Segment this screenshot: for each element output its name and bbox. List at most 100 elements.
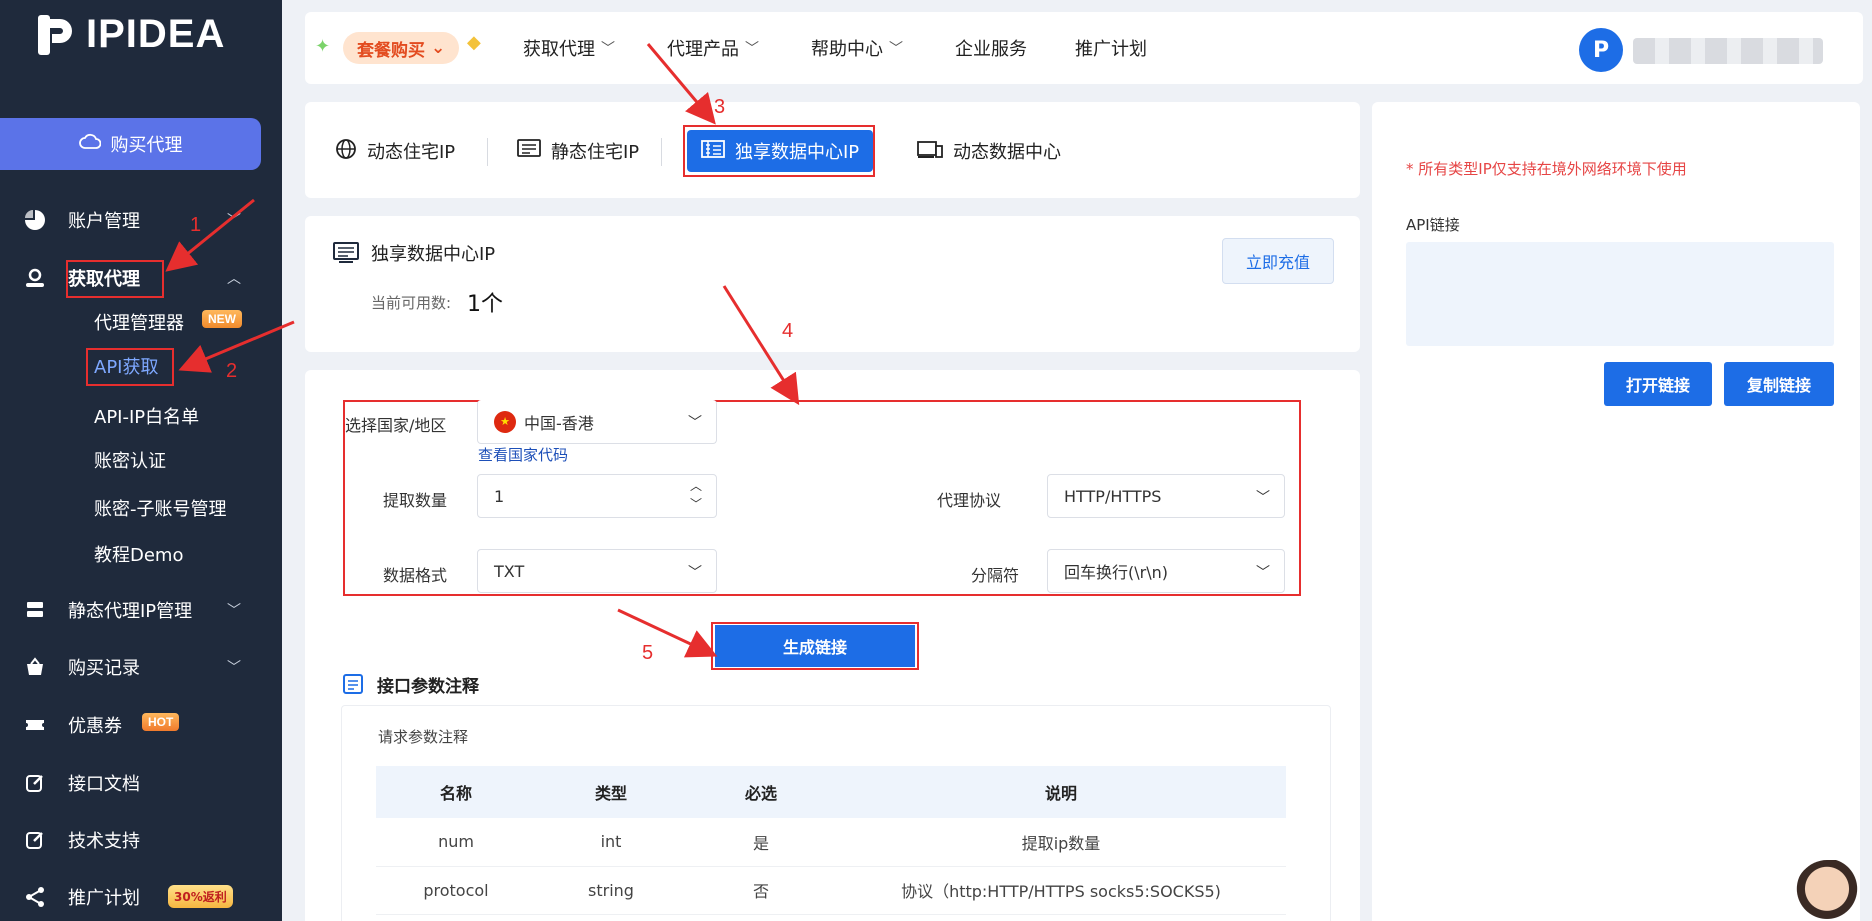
sub-whitelist-label: API-IP白名单 [94, 407, 200, 428]
params-title: 接口参数注释 [377, 677, 479, 697]
nav-promo[interactable]: 推广计划 [22, 879, 140, 915]
col-required: 必选 [686, 766, 836, 818]
menu-products[interactable]: 代理产品 ﹀ [667, 12, 759, 84]
divider [487, 138, 488, 166]
username-blurred[interactable] [1633, 38, 1823, 64]
annotation-number-2: 2 [226, 360, 238, 382]
quantity-label: 提取数量 [383, 491, 448, 510]
nav-records-label: 购买记录 [68, 658, 140, 679]
generate-link-button[interactable]: 生成链接 [715, 625, 915, 667]
nav-docs-label: 接口文档 [68, 774, 140, 795]
package-purchase-button[interactable]: 套餐购买 ⌄ [343, 32, 460, 64]
user-avatar[interactable]: P [1579, 28, 1623, 72]
col-type: 类型 [536, 766, 686, 818]
logo[interactable]: IPIDEA [36, 12, 225, 57]
cell: int [536, 818, 686, 867]
api-link-panel: * 所有类型IP仅支持在境外网络环境下使用 API链接 打开链接 复制链接 [1372, 102, 1860, 921]
protocol-value: HTTP/HTTPS [1064, 486, 1162, 506]
nav-coupons-label: 优惠券 [68, 716, 122, 737]
nav-static-proxy[interactable]: 静态代理IP管理 ﹀ [22, 592, 241, 628]
sub-subaccount[interactable]: 账密-子账号管理 [94, 492, 227, 524]
format-value: TXT [494, 561, 525, 581]
open-link-button[interactable]: 打开链接 [1604, 362, 1712, 406]
chevron-down-icon: ﹀ [889, 41, 903, 57]
sub-auth[interactable]: 账密认证 [94, 444, 166, 476]
col-name: 名称 [376, 766, 536, 818]
cell: 是 [686, 818, 836, 867]
annotation-box-2 [86, 348, 174, 386]
copy-link-button[interactable]: 复制链接 [1724, 362, 1834, 406]
nav-records[interactable]: 购买记录 ﹀ [22, 649, 241, 685]
country-value: 中国-香港 [524, 413, 594, 433]
nav-coupons[interactable]: 优惠券 [22, 707, 122, 743]
chevron-down-icon: ﹀ [688, 415, 702, 431]
nav-account-label: 账户管理 [68, 211, 140, 232]
logo-icon [36, 13, 76, 57]
country-select[interactable]: ★ 中国-香港 ﹀ [477, 400, 717, 444]
chevron-down-icon: ﹀ [1256, 565, 1270, 581]
menu-enterprise[interactable]: 企业服务 [955, 12, 1027, 84]
sub-whitelist[interactable]: API-IP白名单 [94, 400, 199, 432]
menu-promotion-label: 推广计划 [1075, 39, 1147, 60]
globe-icon [335, 138, 357, 165]
country-code-link[interactable]: 查看国家代码 [478, 444, 568, 465]
product-tabs: 动态住宅IP 静态住宅IP 独享数据中心IP 动态数据中心 [305, 102, 1360, 198]
cloud-link-icon [78, 133, 101, 156]
tab-dynamic-residential-label: 动态住宅IP [367, 142, 456, 163]
sub-proxy-manager[interactable]: 代理管理器 [94, 306, 184, 338]
nav-docs[interactable]: 接口文档 [22, 765, 140, 801]
basket-icon [22, 654, 48, 680]
cell: 否 [686, 866, 836, 915]
protocol-select[interactable]: HTTP/HTTPS ﹀ [1047, 474, 1285, 518]
tab-dynamic-datacenter-label: 动态数据中心 [953, 142, 1061, 163]
stepper-arrows-icon[interactable]: ︿ ﹀ [690, 477, 702, 513]
tab-static-residential[interactable]: 静态住宅IP [517, 130, 639, 172]
nav-support[interactable]: 技术支持 [22, 822, 140, 858]
package-purchase-label: 套餐购买 [357, 40, 425, 61]
api-link-textarea[interactable] [1406, 242, 1834, 346]
available-label: 当前可用数: [371, 294, 452, 312]
recharge-button[interactable]: 立即充值 [1222, 238, 1334, 284]
user-pin-icon [22, 265, 48, 291]
annotation-box-3 [683, 125, 875, 177]
server-icon [22, 597, 48, 623]
menu-get-proxy[interactable]: 获取代理 ﹀ [523, 12, 615, 84]
sub-demo[interactable]: 教程Demo [94, 538, 183, 570]
ticket-icon [22, 712, 48, 738]
tab-dynamic-datacenter[interactable]: 动态数据中心 [917, 130, 1061, 172]
sub-auth-label: 账密认证 [94, 451, 166, 472]
api-link-label: API链接 [1406, 216, 1460, 234]
format-select[interactable]: TXT ﹀ [477, 549, 717, 593]
params-subtitle: 请求参数注释 [378, 728, 469, 746]
network-notice: * 所有类型IP仅支持在境外网络环境下使用 [1406, 160, 1687, 178]
edit-doc-icon [22, 770, 48, 796]
bell-icon: ◆ [467, 32, 481, 53]
doc-icon [343, 674, 363, 698]
quantity-value: 1 [494, 486, 505, 506]
tab-dynamic-residential[interactable]: 动态住宅IP [335, 130, 455, 172]
rebate-badge: 30%返利 [168, 885, 233, 908]
product-title: 独享数据中心IP [371, 244, 496, 265]
protocol-label: 代理协议 [937, 491, 1002, 510]
cell: num [376, 818, 536, 867]
nav-account[interactable]: 账户管理 ﹀ [22, 202, 241, 238]
params-card: 请求参数注释 名称 类型 必选 说明 num int 是 提取ip数量 prot… [341, 705, 1331, 921]
buy-proxy-button[interactable]: 购买代理 [0, 118, 261, 170]
available-value: 1个 [467, 292, 503, 317]
quantity-stepper[interactable]: 1 ︿ ﹀ [477, 474, 717, 518]
customer-support-avatar[interactable] [1794, 860, 1860, 921]
menu-help[interactable]: 帮助中心 ﹀ [811, 12, 903, 84]
chevron-down-icon: ﹀ [745, 41, 759, 57]
separator-select[interactable]: 回车换行(\r\n) ﹀ [1047, 549, 1285, 593]
menu-promotion[interactable]: 推广计划 [1075, 12, 1147, 84]
copy-link-label: 复制链接 [1746, 376, 1811, 395]
menu-products-label: 代理产品 [667, 39, 739, 60]
sub-proxy-manager-label: 代理管理器 [94, 313, 184, 334]
separator-label: 分隔符 [971, 566, 1020, 585]
annotation-number-4: 4 [782, 320, 794, 342]
nav-support-label: 技术支持 [68, 831, 140, 852]
logo-text: IPIDEA [86, 12, 226, 56]
chevron-down-icon: ﹀ [227, 660, 241, 676]
sidebar: IPIDEA 购买代理 账户管理 ﹀ 获取代理 ︿ 代理管理器 NEW API获… [0, 0, 282, 921]
table-header-row: 名称 类型 必选 说明 [376, 766, 1286, 818]
